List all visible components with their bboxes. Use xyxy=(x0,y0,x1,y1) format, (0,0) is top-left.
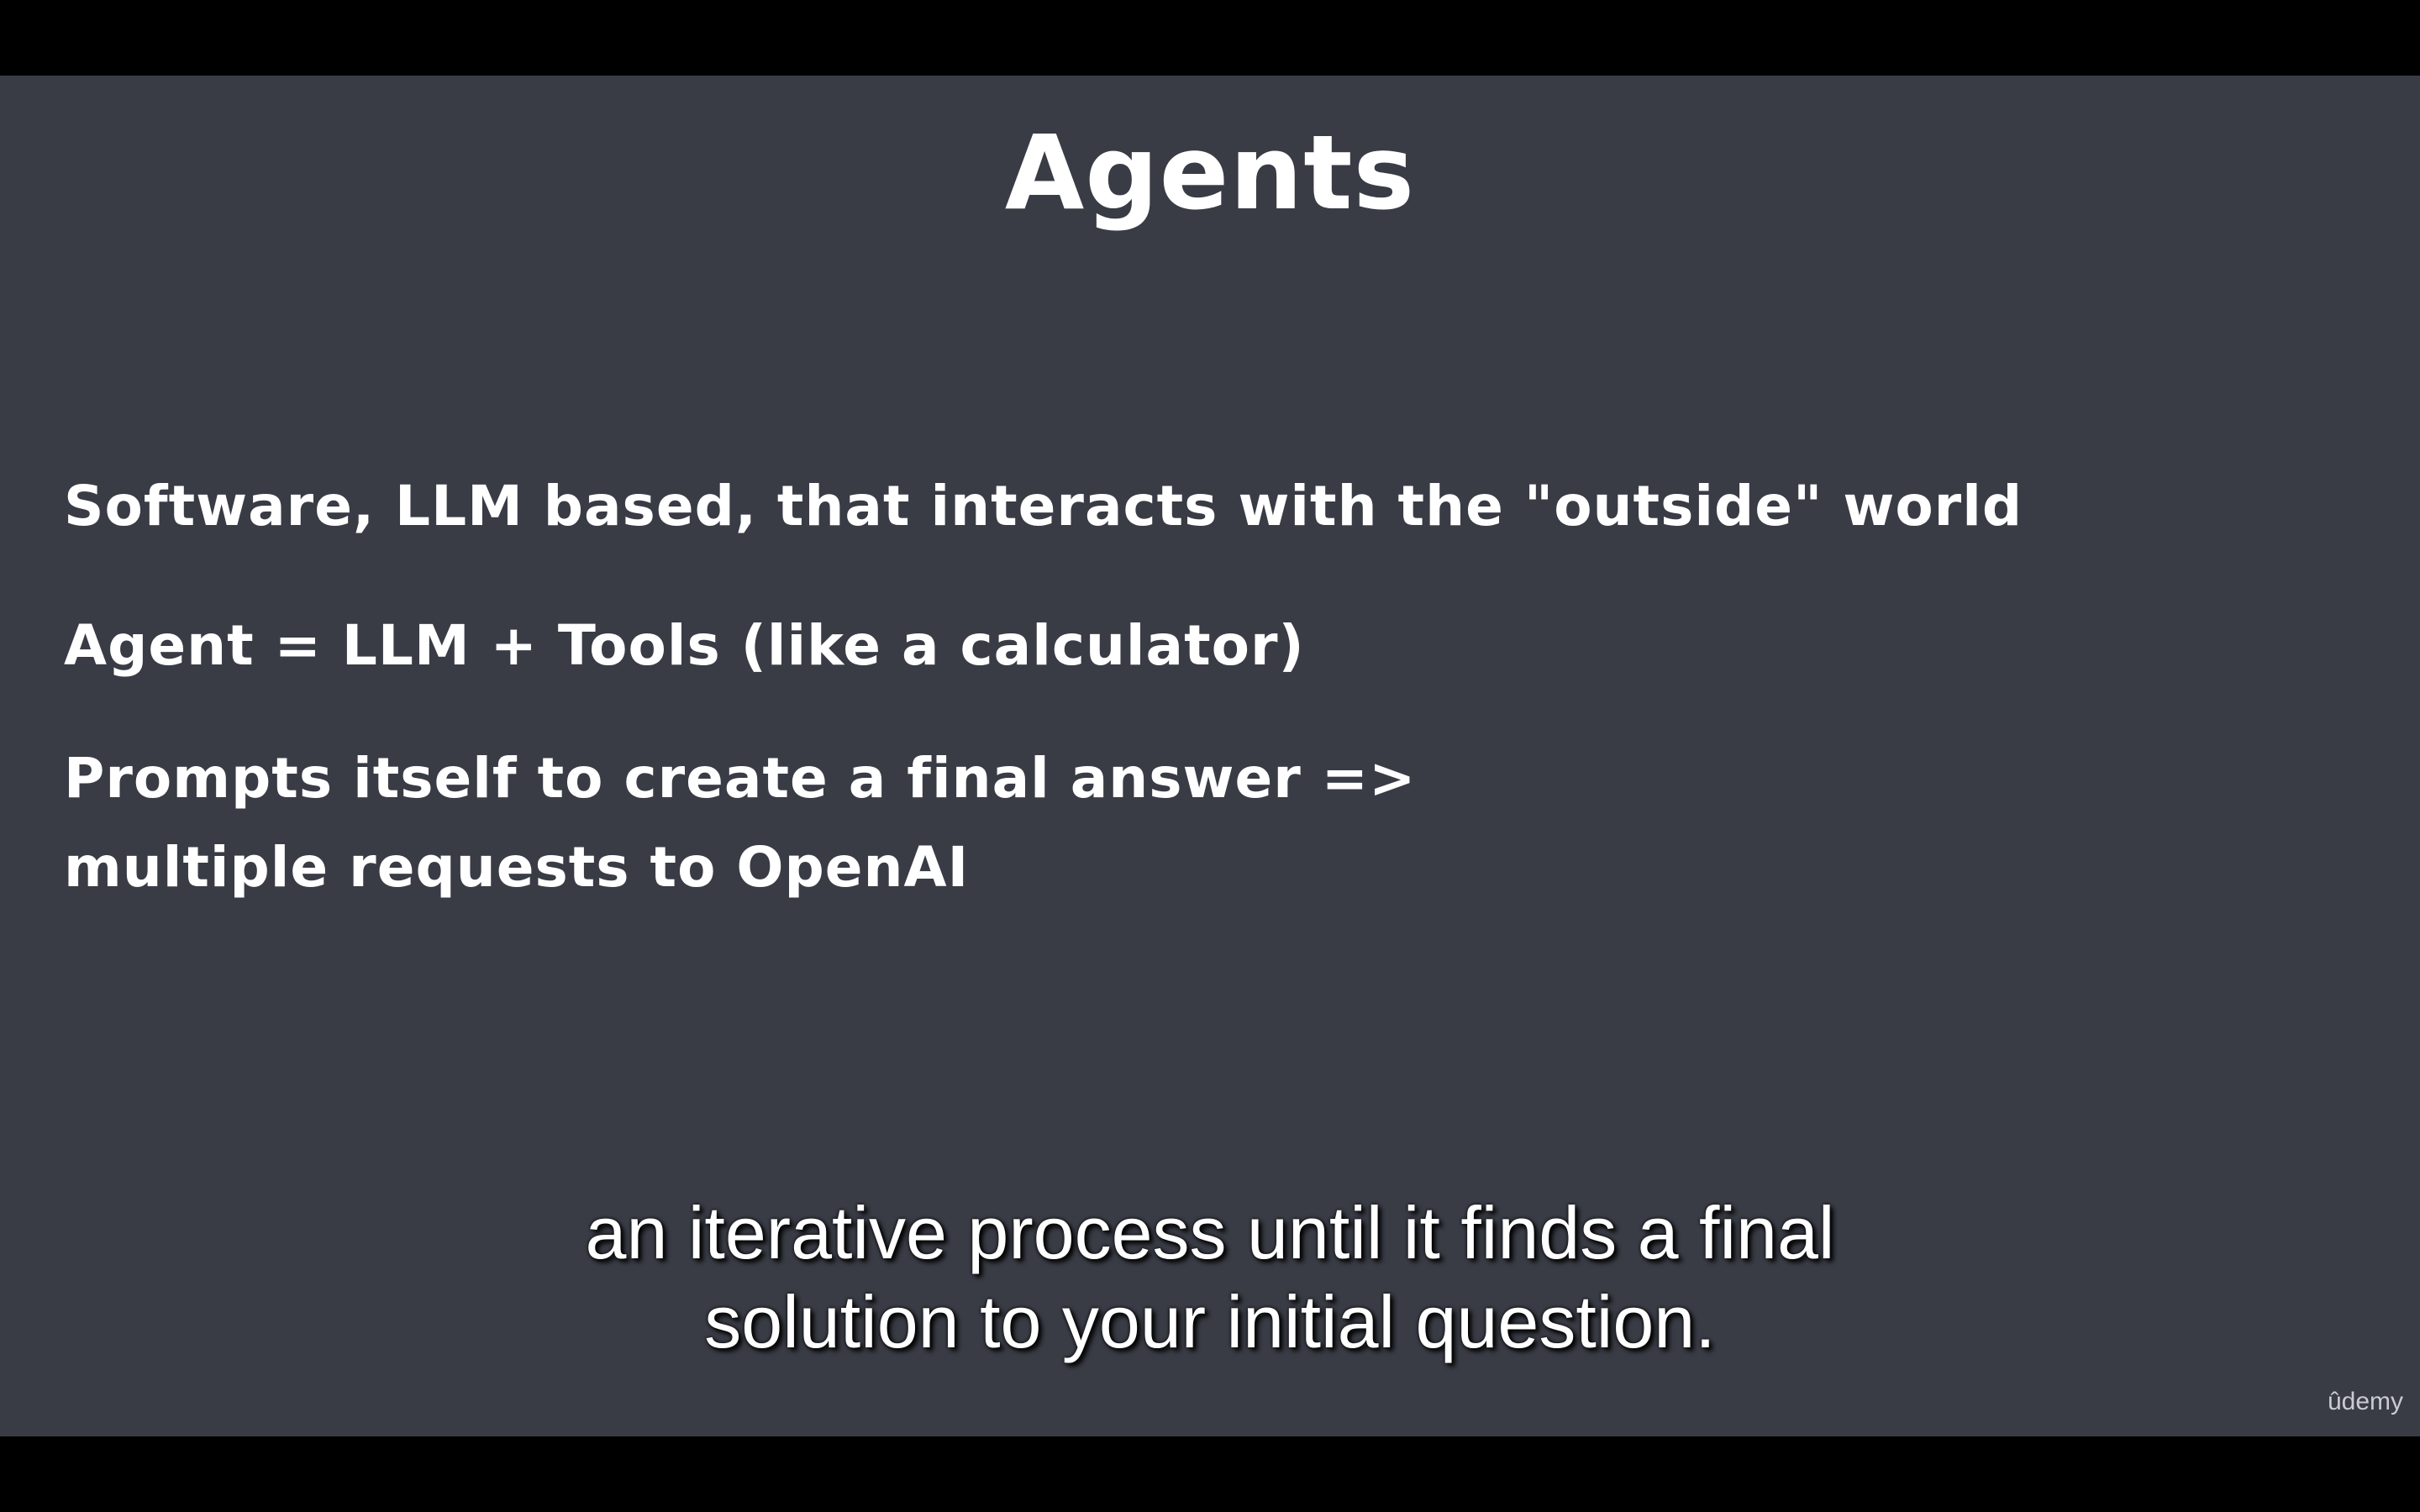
bullet-formula: Agent = LLM + Tools (like a calculator) xyxy=(64,613,1305,678)
udemy-watermark: ûdemy xyxy=(2327,1388,2403,1415)
caption-line-2: solution to your initial question. xyxy=(704,1280,1716,1363)
subtitle-captions: an iterative process until it finds a fi… xyxy=(0,1189,2420,1367)
letterbox-top xyxy=(0,0,2420,76)
slide-title: Agents xyxy=(1004,113,1416,233)
bullet-prompts-line-2: multiple requests to OpenAI xyxy=(64,835,970,900)
letterbox-bottom xyxy=(0,1436,2420,1512)
bullet-prompts-line-1: Prompts itself to create a final answer … xyxy=(64,746,1417,811)
video-player[interactable]: Agents Software, LLM based, that interac… xyxy=(0,0,2420,1512)
bullet-definition: Software, LLM based, that interacts with… xyxy=(64,474,2023,538)
caption-line-1: an iterative process until it finds a fi… xyxy=(585,1191,1835,1274)
